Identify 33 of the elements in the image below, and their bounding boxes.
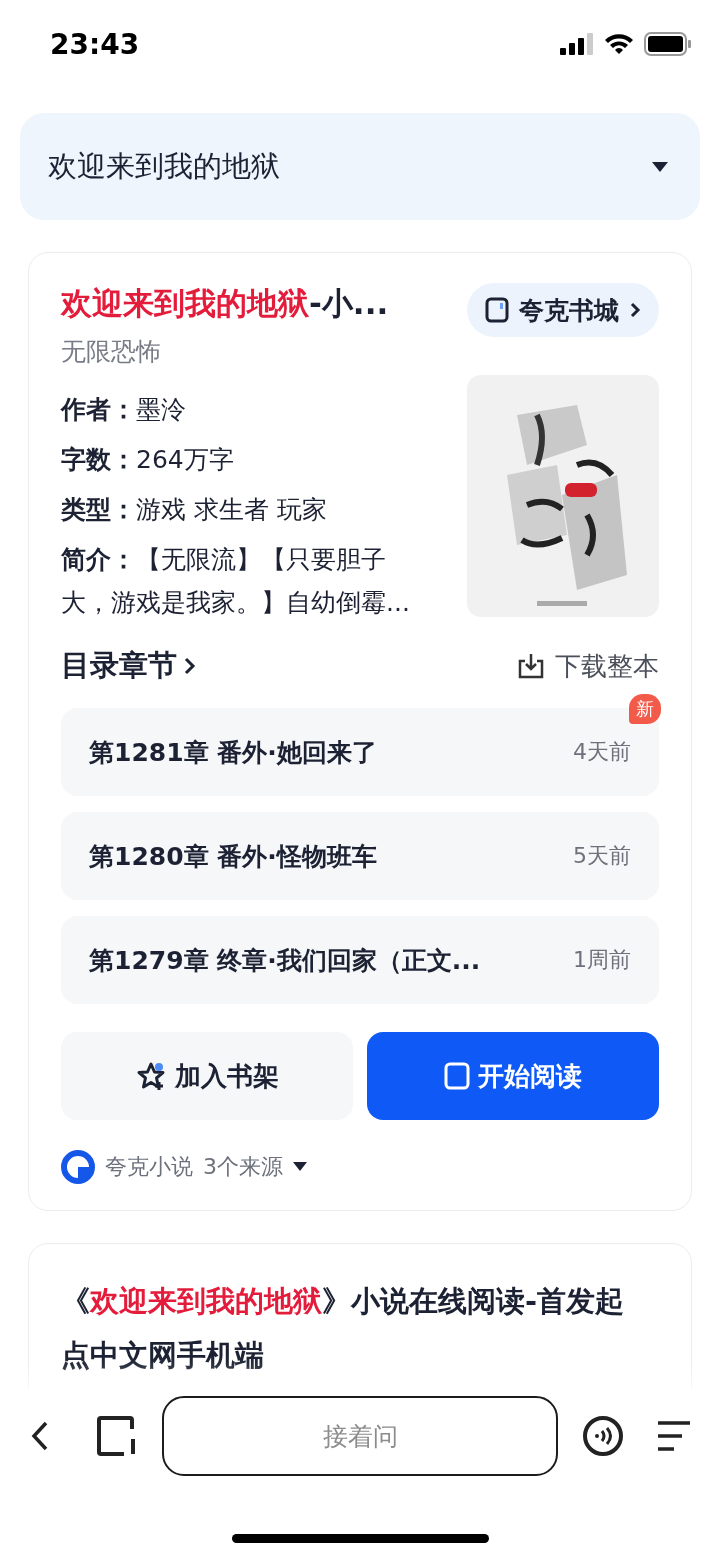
wifi-icon (604, 33, 634, 55)
source-count-dropdown[interactable]: 3个来源 (203, 1152, 307, 1182)
new-badge: 新 (629, 694, 661, 724)
result-title[interactable]: 《欢迎来到我的地狱》小说在线阅读-首发起点中文网手机端 (61, 1274, 639, 1382)
source-logo-icon (61, 1150, 95, 1184)
start-reading-button[interactable]: 开始阅读 (367, 1032, 659, 1120)
star-plus-icon (135, 1060, 167, 1092)
chapter-item[interactable]: 第1279章 终章·我们回家（正文... 1周前 (61, 916, 659, 1004)
toc-link[interactable]: 目录章节 (61, 646, 197, 686)
book-category: 无限恐怖 (61, 336, 162, 368)
chapter-item[interactable]: 第1280章 番外·怪物班车 5天前 (61, 812, 659, 900)
book-info: 作者：墨泠 (61, 394, 187, 426)
signal-icon (560, 33, 594, 55)
battery-icon (644, 32, 692, 56)
status-time: 23:43 (50, 27, 140, 61)
book-info: 类型：游戏 求生者 玩家 (61, 494, 328, 526)
menu-icon[interactable] (656, 1420, 692, 1452)
source-name: 夸克小说 (105, 1153, 193, 1181)
book-title[interactable]: 欢迎来到我的地狱-小... (61, 283, 453, 325)
download-icon (517, 652, 545, 680)
tabs-icon[interactable] (96, 1415, 138, 1457)
book-info: 简介：【无限流】【只要胆子大，游戏是我家。】自幼倒霉... (61, 544, 411, 619)
chevron-right-icon (183, 656, 197, 676)
back-icon[interactable] (30, 1420, 50, 1452)
caret-icon (293, 1162, 307, 1172)
add-to-shelf-button[interactable]: 加入书架 (61, 1032, 353, 1120)
voice-icon[interactable] (582, 1415, 624, 1457)
download-button[interactable]: 下载整本 (517, 648, 659, 684)
ask-input-field[interactable]: 接着问 (162, 1396, 558, 1476)
book-info: 字数：264万字 (61, 444, 235, 476)
chevron-right-icon (629, 301, 641, 319)
store-button[interactable]: 夸克书城 (467, 283, 659, 337)
query-dropdown[interactable]: 欢迎来到我的地狱 (20, 113, 700, 220)
